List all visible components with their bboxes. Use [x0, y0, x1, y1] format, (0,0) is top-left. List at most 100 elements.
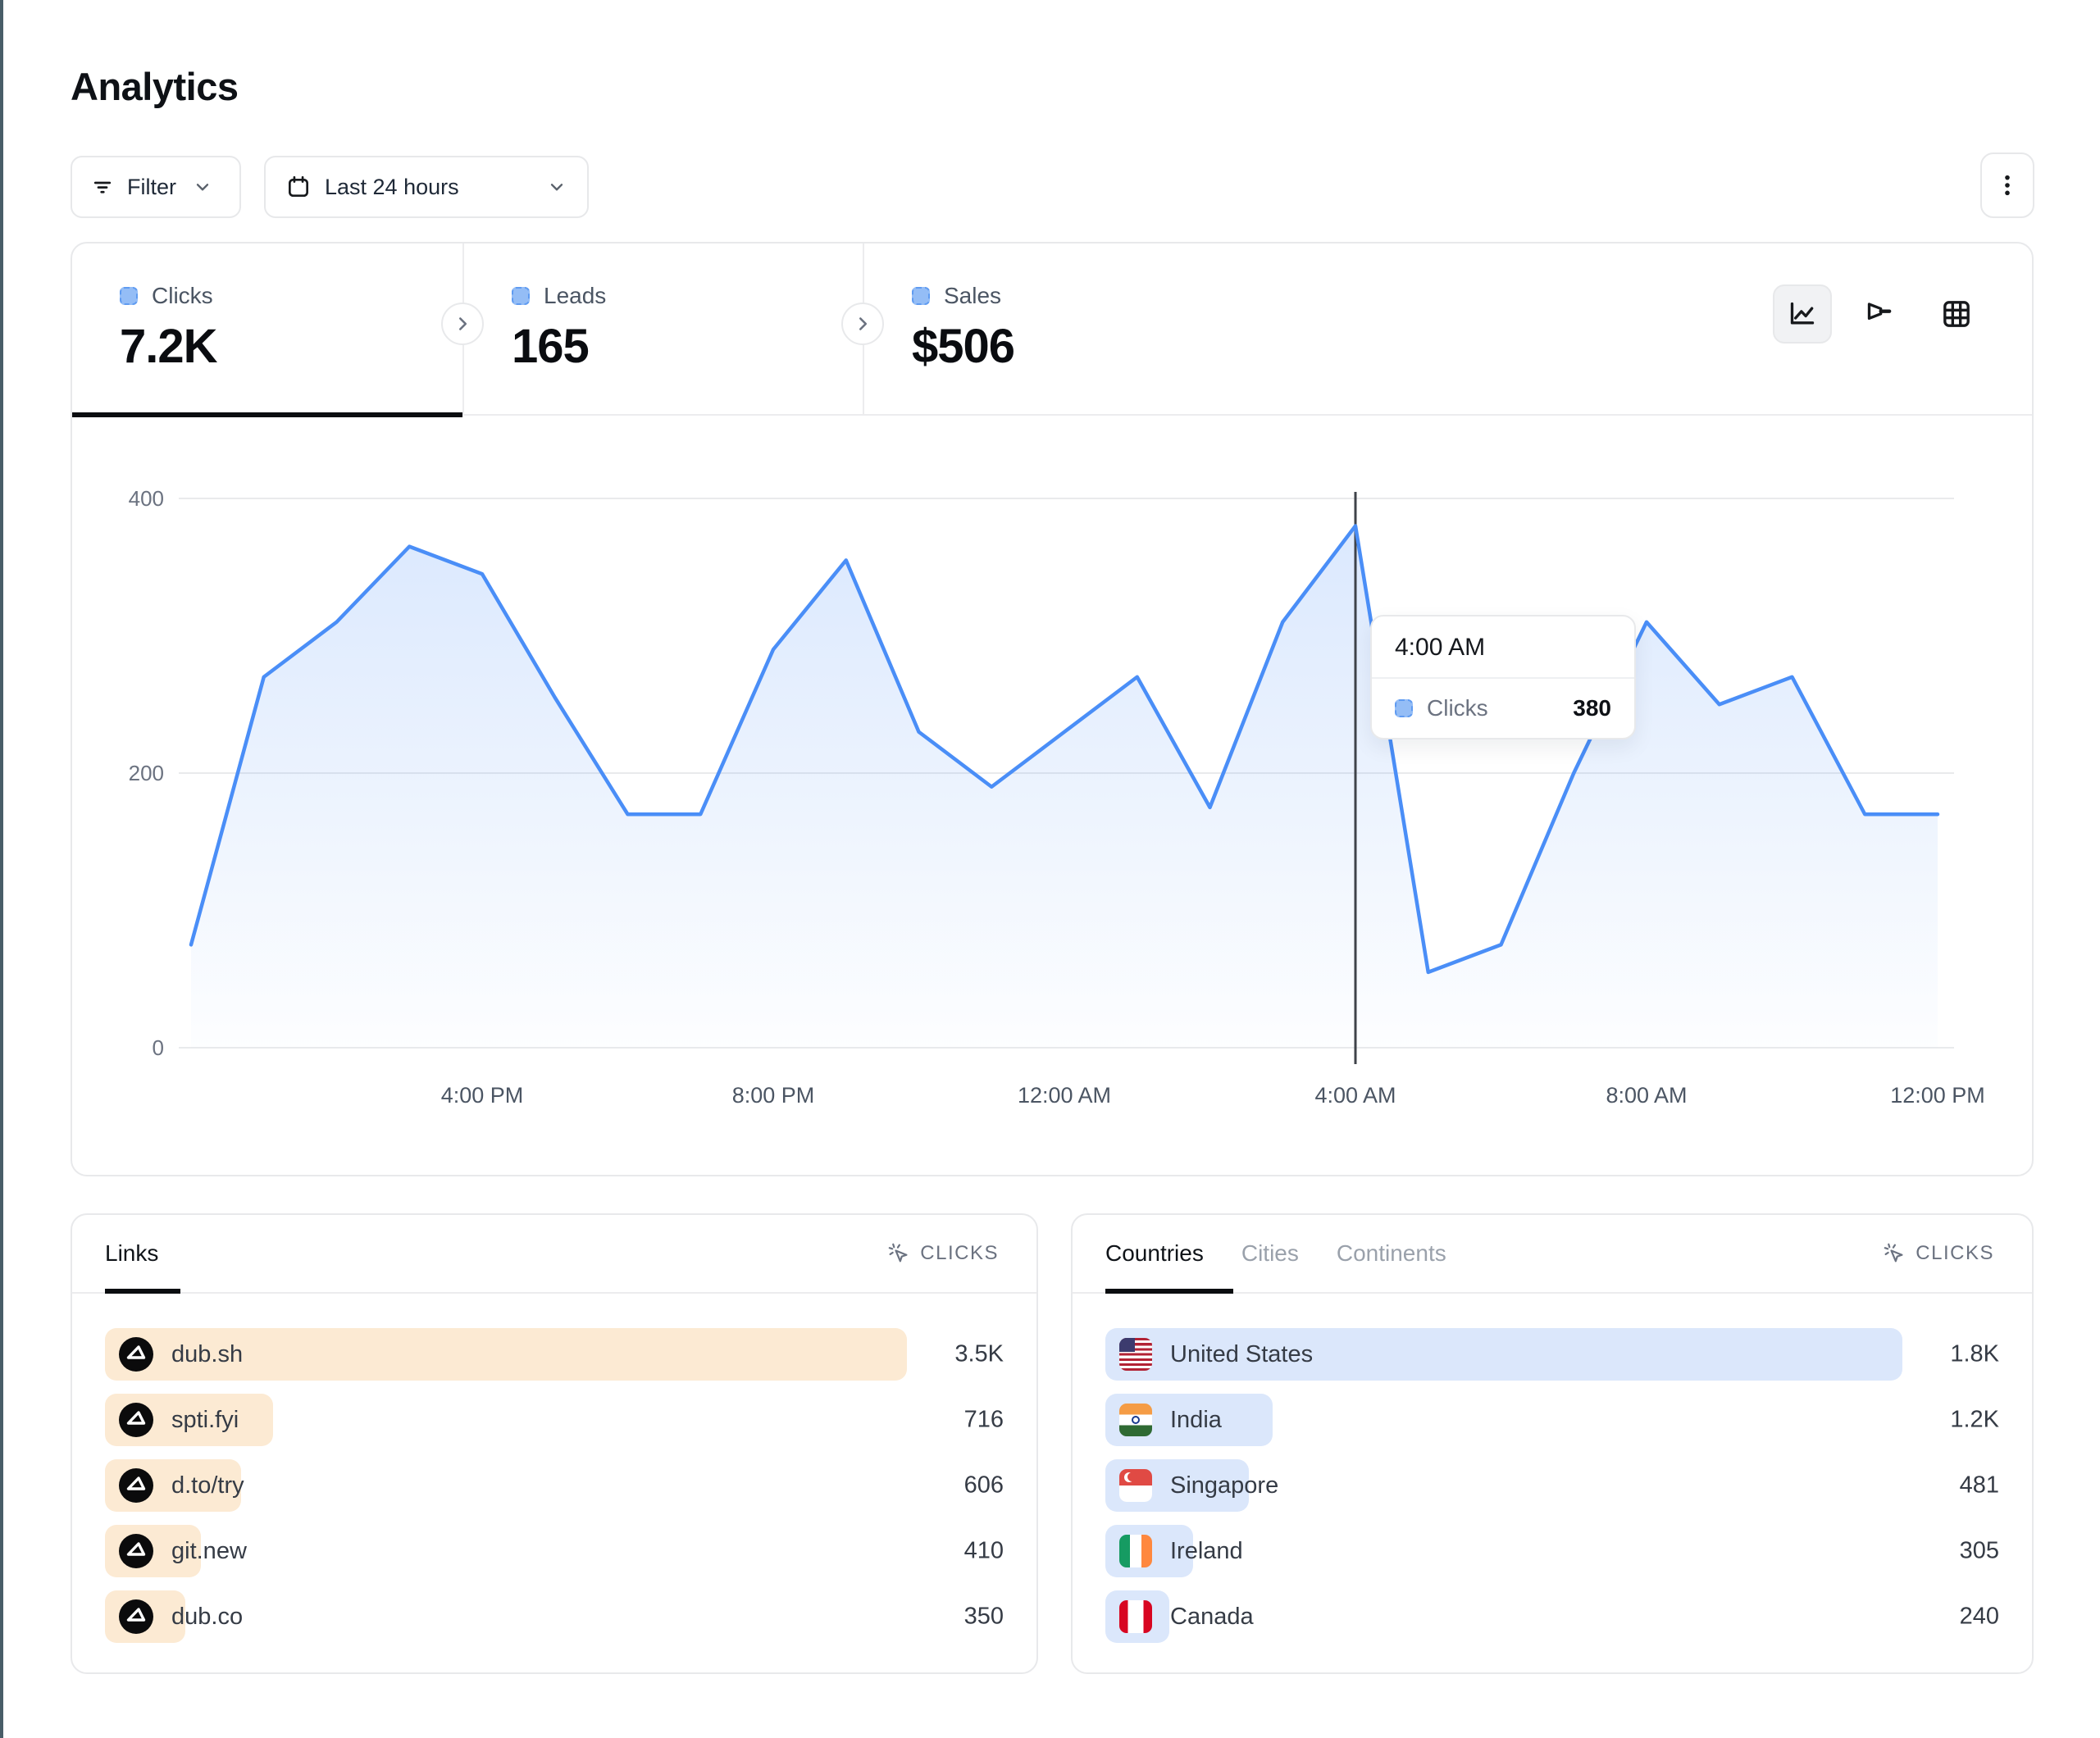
list-item[interactable]: United States 1.8K [1105, 1328, 1999, 1381]
metric-label: CLICKS [1916, 1242, 1994, 1265]
active-tab-underline [105, 1289, 180, 1294]
tab-countries[interactable]: Countries [1105, 1240, 1204, 1267]
tab-links[interactable]: Links [105, 1240, 158, 1267]
ie-flag-icon [1119, 1535, 1152, 1567]
analytics-card: Clicks 7.2K Leads 165 Sales $506 [71, 242, 2034, 1176]
clicks-value: 7.2K [120, 319, 462, 374]
chevron-down-icon [192, 176, 213, 198]
row-clicks-value: 481 [1960, 1472, 1999, 1499]
dub-logo-icon [119, 1599, 153, 1634]
row-label: dub.co [171, 1604, 243, 1631]
us-flag-icon [1119, 1338, 1152, 1371]
row-label: Singapore [1170, 1472, 1278, 1499]
list-item[interactable]: dub.sh 3.5K [105, 1328, 1004, 1381]
geo-metric-header[interactable]: CLICKS [1883, 1242, 1994, 1265]
row-clicks-value: 240 [1960, 1604, 1999, 1631]
stat-label: Clicks [152, 283, 213, 309]
links-metric-header[interactable]: CLICKS [887, 1242, 999, 1265]
in-flag-icon [1119, 1404, 1152, 1436]
dub-logo-icon [119, 1403, 153, 1437]
funnel-view-button[interactable] [1850, 284, 1909, 344]
line-chart-view-button[interactable] [1773, 284, 1832, 344]
chevron-right-icon [452, 313, 473, 334]
list-item[interactable]: India 1.2K [1105, 1394, 1999, 1446]
expand-clicks-button[interactable] [441, 303, 484, 345]
dub-logo-icon [119, 1534, 153, 1568]
svg-text:4:00 AM: 4:00 AM [1314, 1083, 1396, 1108]
chart-view-toggle [1773, 284, 1986, 344]
leads-legend-swatch [512, 287, 530, 305]
app-edge-stripe [0, 0, 3, 1738]
chart-tooltip: 4:00 AM Clicks 380 [1370, 615, 1636, 739]
svg-text:12:00 PM: 12:00 PM [1890, 1083, 1985, 1108]
list-item[interactable]: git.new 410 [105, 1525, 1004, 1577]
row-label: spti.fyi [171, 1407, 239, 1434]
row-label: India [1170, 1407, 1222, 1434]
row-clicks-value: 410 [964, 1538, 1004, 1565]
row-clicks-value: 350 [964, 1604, 1004, 1631]
page-title: Analytics [71, 64, 238, 109]
chevron-down-icon [546, 176, 567, 198]
clicks-legend-swatch [120, 287, 138, 305]
list-item[interactable]: Canada 240 [1105, 1590, 1999, 1643]
sales-value: $506 [912, 319, 1263, 374]
row-label: git.new [171, 1538, 247, 1565]
svg-text:4:00 PM: 4:00 PM [441, 1083, 524, 1108]
list-item[interactable]: dub.co 350 [105, 1590, 1004, 1643]
tooltip-series-label: Clicks [1427, 695, 1488, 721]
svg-text:0: 0 [153, 1035, 164, 1060]
dub-logo-icon [119, 1468, 153, 1503]
svg-text:8:00 PM: 8:00 PM [732, 1083, 815, 1108]
sales-legend-swatch [912, 287, 930, 305]
row-label: dub.sh [171, 1341, 243, 1368]
tooltip-time: 4:00 AM [1372, 616, 1634, 679]
filter-button[interactable]: Filter [71, 156, 241, 218]
row-label: United States [1170, 1341, 1313, 1368]
tab-clicks[interactable]: Clicks 7.2K [72, 243, 462, 416]
row-label: d.to/try [171, 1472, 244, 1499]
chart-canvas: 02004004:00 PM8:00 PM12:00 AM4:00 AM8:00… [72, 416, 2032, 1175]
clicks-area-chart[interactable]: 02004004:00 PM8:00 PM12:00 AM4:00 AM8:00… [72, 416, 2032, 1175]
tab-cities[interactable]: Cities [1241, 1240, 1299, 1267]
table-view-button[interactable] [1927, 284, 1986, 344]
list-item[interactable]: spti.fyi 716 [105, 1394, 1004, 1446]
tab-leads[interactable]: Leads 165 [462, 243, 863, 416]
row-clicks-value: 1.8K [1950, 1341, 1999, 1368]
links-list: dub.sh 3.5K spti.fyi 716 d.to/try 606 git.new 4… [72, 1294, 1036, 1643]
row-clicks-value: 3.5K [954, 1341, 1004, 1368]
row-clicks-value: 606 [964, 1472, 1004, 1499]
leads-value: 165 [512, 319, 863, 374]
tooltip-value: 380 [1573, 695, 1611, 721]
svg-text:8:00 AM: 8:00 AM [1606, 1083, 1687, 1108]
expand-leads-button[interactable] [841, 303, 884, 345]
more-options-button[interactable] [1980, 152, 2034, 218]
svg-text:200: 200 [129, 761, 164, 785]
tab-sales[interactable]: Sales $506 [863, 243, 1263, 416]
row-clicks-value: 1.2K [1950, 1407, 1999, 1434]
ca-flag-icon [1119, 1600, 1152, 1633]
links-panel: Links CLICKS dub.sh 3.5K spti.fyi 716 d.to/t… [71, 1213, 1038, 1674]
filter-button-label: Filter [127, 175, 176, 200]
row-clicks-value: 305 [1960, 1538, 1999, 1565]
date-range-button[interactable]: Last 24 hours [264, 156, 589, 218]
list-item[interactable]: Singapore 481 [1105, 1459, 1999, 1512]
row-label: Canada [1170, 1604, 1254, 1631]
cursor-click-icon [887, 1242, 910, 1265]
row-clicks-value: 716 [964, 1407, 1004, 1434]
metric-label: CLICKS [920, 1242, 999, 1265]
geo-list: United States 1.8K India 1.2K Singapore 481 Ir… [1073, 1294, 2032, 1643]
list-item[interactable]: d.to/try 606 [105, 1459, 1004, 1512]
funnel-icon [1863, 298, 1896, 330]
geo-panel: Countries Cities Continents CLICKS Unite… [1071, 1213, 2034, 1674]
svg-text:12:00 AM: 12:00 AM [1018, 1083, 1111, 1108]
filter-icon [90, 175, 115, 199]
stat-label: Leads [544, 283, 606, 309]
date-range-label: Last 24 hours [325, 175, 459, 200]
cursor-click-icon [1883, 1242, 1906, 1265]
tooltip-legend-swatch [1395, 699, 1413, 717]
list-item[interactable]: Ireland305 [1105, 1525, 1999, 1577]
stat-tabs: Clicks 7.2K Leads 165 Sales $506 [72, 243, 2032, 416]
sg-flag-icon [1119, 1469, 1152, 1502]
line-chart-icon [1786, 298, 1819, 330]
tab-continents[interactable]: Continents [1337, 1240, 1446, 1267]
